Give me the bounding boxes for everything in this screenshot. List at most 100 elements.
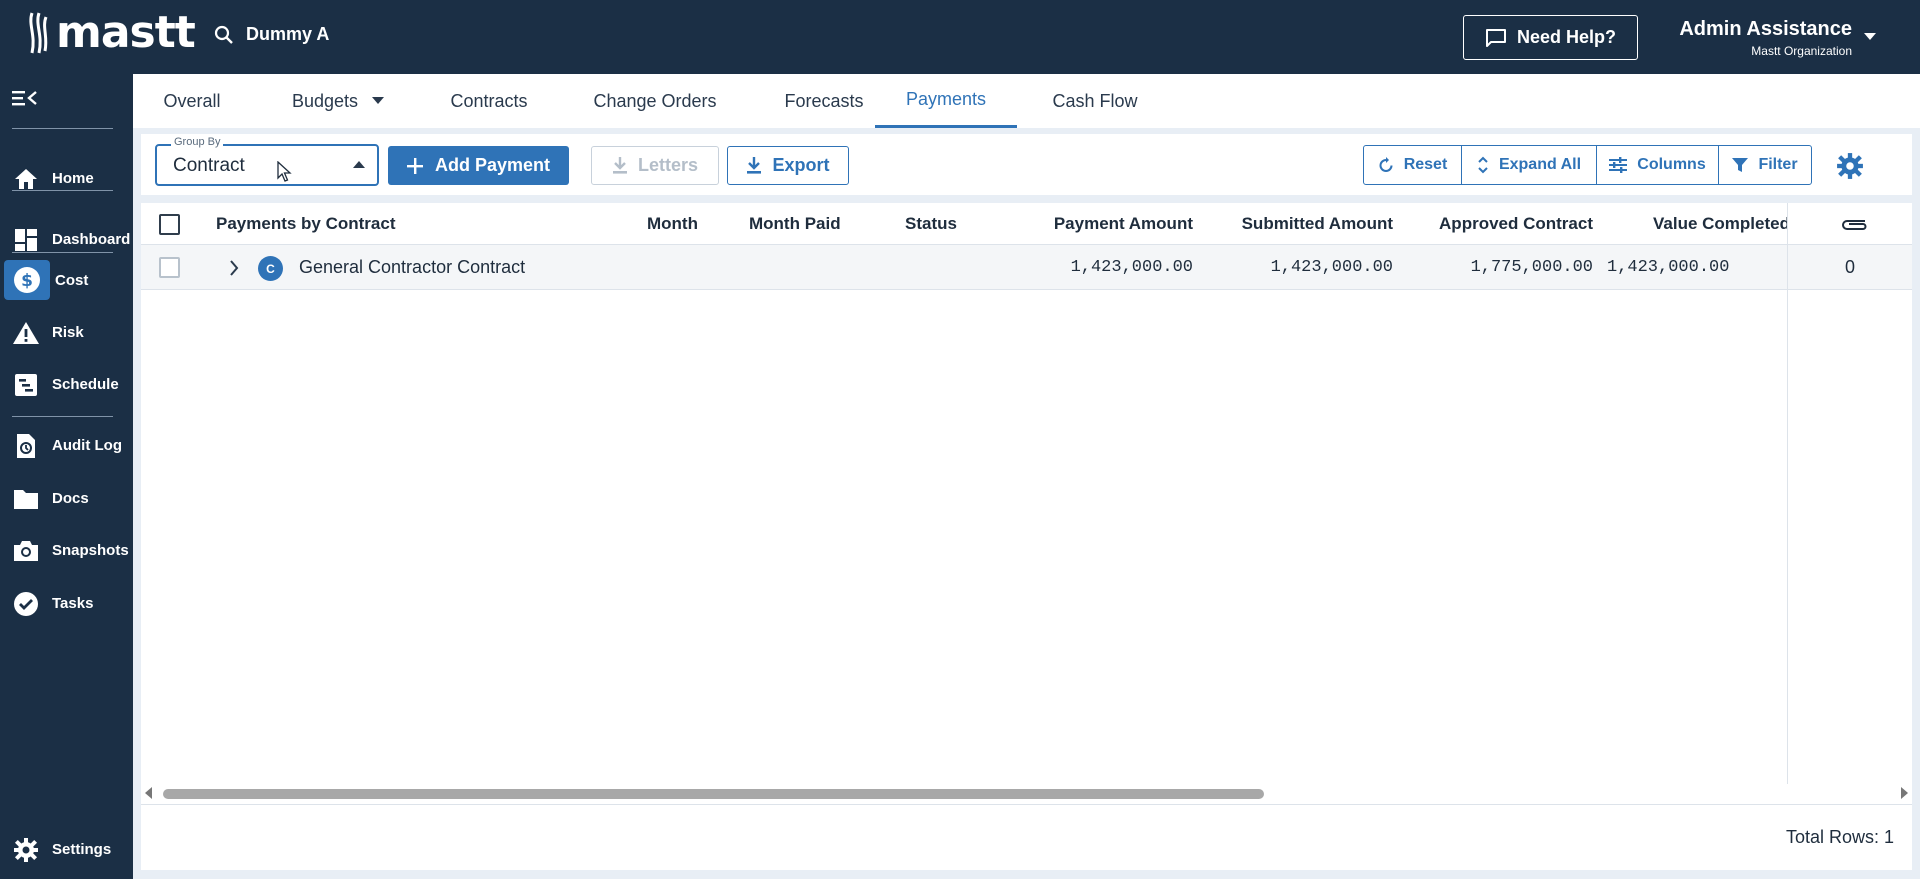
sidebar-item-label: Schedule <box>52 375 119 393</box>
sidebar-item-label: Settings <box>52 840 112 858</box>
caret-up-icon <box>353 161 365 168</box>
sidebar-item-settings[interactable]: Settings <box>0 829 133 869</box>
tab-cash-flow[interactable]: Cash Flow <box>1033 74 1157 128</box>
sidebar-item-schedule[interactable]: Schedule <box>0 364 133 404</box>
mouse-cursor-icon <box>277 161 292 182</box>
row-checkbox[interactable] <box>159 257 180 278</box>
total-rows: Total Rows: 1 <box>1785 827 1894 847</box>
filter-label: Filter <box>1758 156 1798 173</box>
dashboard-icon <box>12 227 40 253</box>
sidebar-item-dashboard[interactable]: Dashboard <box>0 219 133 259</box>
column-header-month-paid[interactable]: Month Paid <box>749 203 841 245</box>
add-payment-button[interactable]: Add Payment <box>388 146 569 185</box>
group-by-value: Contract <box>173 155 245 176</box>
tab-budgets[interactable]: Budgets <box>267 74 409 128</box>
columns-label: Columns <box>1637 156 1706 173</box>
tab-label: Payments <box>905 89 987 109</box>
sidebar-divider <box>12 128 113 129</box>
export-label: Export <box>772 155 830 175</box>
download-icon <box>612 156 627 174</box>
sidebar-item-home[interactable]: Home <box>0 158 133 198</box>
pinned-row-cell: 0 <box>1788 245 1912 290</box>
contract-badge: C <box>258 256 283 281</box>
column-header-approved-contract[interactable]: Approved Contract <box>1401 203 1593 245</box>
toolbar-separator <box>141 195 1912 203</box>
user-organization: Mastt Organization <box>1751 44 1852 58</box>
tab-label: Overall <box>163 90 221 111</box>
sidebar-item-cost[interactable]: $ Cost <box>0 260 133 300</box>
tab-label: Change Orders <box>593 90 717 111</box>
column-header-month[interactable]: Month <box>647 203 698 245</box>
search-icon <box>214 25 233 44</box>
chevron-right-icon[interactable] <box>229 260 239 276</box>
reset-icon <box>1379 157 1393 172</box>
mastt-logo[interactable]: mastt <box>28 7 196 58</box>
sidebar-item-label: Docs <box>52 489 89 507</box>
scrollbar-thumb[interactable] <box>163 789 1264 799</box>
tab-forecasts[interactable]: Forecasts <box>757 74 891 128</box>
dollar-icon: $ <box>4 260 50 300</box>
table-row[interactable]: C General Contractor Contract 1,423,000.… <box>141 245 1787 290</box>
column-header-status[interactable]: Status <box>905 203 957 245</box>
tab-overall[interactable]: Overall <box>133 74 251 128</box>
sidebar-item-docs[interactable]: Docs <box>0 478 133 518</box>
cell-value-completed: 1,423,000.00 <box>1607 258 1730 277</box>
sidebar-item-label: Risk <box>52 323 84 341</box>
sidebar-item-label: Tasks <box>52 594 94 612</box>
column-header-payment-amount[interactable]: Payment Amount <box>1001 203 1193 245</box>
need-help-button[interactable]: Need Help? <box>1463 15 1638 60</box>
home-icon <box>12 166 40 192</box>
sidebar-item-label: Home <box>52 169 94 187</box>
tab-contracts[interactable]: Contracts <box>425 74 553 128</box>
payments-panel: Group By Contract Add Payment Letters Ex… <box>141 134 1912 870</box>
group-by-select[interactable]: Group By Contract <box>155 136 379 186</box>
letters-button[interactable]: Letters <box>591 146 719 185</box>
group-by-label: Group By <box>171 136 224 148</box>
top-bar: mastt Dummy A Need Help? Admin Assistanc… <box>0 0 1920 74</box>
tab-label: Cash Flow <box>1052 90 1138 111</box>
column-header-payments-by-contract[interactable]: Payments by Contract <box>216 203 396 245</box>
tab-change-orders[interactable]: Change Orders <box>569 74 741 128</box>
sidebar-item-audit-log[interactable]: Audit Log <box>0 425 133 465</box>
column-header-value-completed[interactable]: Value Completed <box>1653 203 1787 245</box>
reset-button[interactable]: Reset <box>1364 146 1462 184</box>
scroll-right-arrow-icon[interactable] <box>1900 787 1908 799</box>
tab-label: Budgets <box>291 90 359 111</box>
grid-actions-group: Reset Expand All Columns Filter <box>1363 145 1812 185</box>
svg-text:$: $ <box>21 271 33 291</box>
sidebar-item-tasks[interactable]: Tasks <box>0 583 133 623</box>
chat-icon <box>1485 28 1506 47</box>
schedule-icon <box>12 372 40 398</box>
expand-all-button[interactable]: Expand All <box>1462 146 1597 184</box>
tab-payments[interactable]: Payments <box>875 74 1017 128</box>
export-button[interactable]: Export <box>727 146 849 185</box>
sidebar-item-risk[interactable]: Risk <box>0 312 133 352</box>
sidebar-item-label: Audit Log <box>52 436 122 454</box>
filter-button[interactable]: Filter <box>1719 146 1811 184</box>
cell-submitted-amount: 1,423,000.00 <box>1270 258 1393 277</box>
user-menu[interactable]: Admin Assistance Mastt Organization <box>1677 18 1852 58</box>
collapse-menu-icon[interactable] <box>12 88 38 108</box>
logo-text: mastt <box>56 7 196 58</box>
sidebar-item-label: Snapshots <box>52 541 129 559</box>
logo-flame-icon <box>29 12 48 54</box>
cell-payment-amount: 1,423,000.00 <box>1070 258 1193 277</box>
select-all-checkbox[interactable] <box>159 214 180 235</box>
caret-down-icon[interactable] <box>1864 33 1876 41</box>
horizontal-scrollbar[interactable] <box>141 784 1912 802</box>
sidebar-item-label: Cost <box>55 271 89 289</box>
columns-button[interactable]: Columns <box>1597 146 1719 184</box>
plus-icon <box>406 157 423 174</box>
sidebar-item-snapshots[interactable]: Snapshots <box>0 530 133 570</box>
letters-label: Letters <box>637 155 699 175</box>
column-header-submitted-amount[interactable]: Submitted Amount <box>1201 203 1393 245</box>
attachment-icon <box>1842 220 1867 230</box>
columns-icon <box>1609 157 1628 173</box>
sidebar-divider <box>12 190 113 191</box>
tab-label: Forecasts <box>784 90 864 111</box>
sidebar-divider <box>12 416 113 417</box>
scroll-left-arrow-icon[interactable] <box>145 787 153 799</box>
sidebar-divider <box>12 252 113 253</box>
grid-settings-gear-icon[interactable] <box>1836 152 1864 180</box>
project-search[interactable]: Dummy A <box>214 24 329 45</box>
